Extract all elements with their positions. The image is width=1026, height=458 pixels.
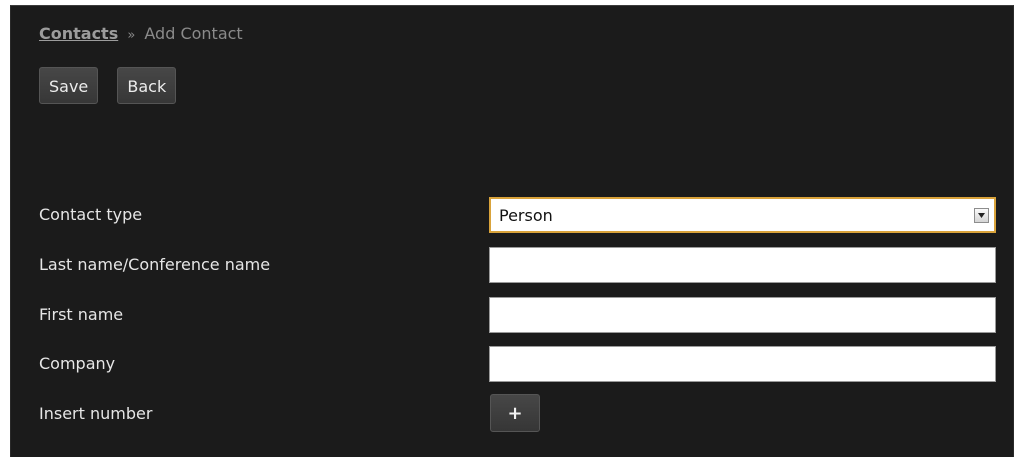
company-row: Company [39, 346, 999, 382]
page-panel: Contacts » Add Contact Save Back Contact… [10, 5, 1014, 457]
back-button[interactable]: Back [117, 67, 177, 104]
contact-type-value: Person [499, 205, 553, 225]
company-label: Company [39, 354, 116, 373]
breadcrumb-contacts-link[interactable]: Contacts [39, 24, 118, 43]
breadcrumb-separator: » [127, 28, 136, 43]
breadcrumb-current: Add Contact [144, 24, 243, 43]
first-name-label: First name [39, 305, 124, 324]
last-name-input[interactable] [489, 247, 996, 283]
contact-type-label: Contact type [39, 205, 143, 224]
insert-number-label: Insert number [39, 404, 153, 423]
breadcrumb: Contacts » Add Contact [39, 24, 243, 43]
contact-type-select[interactable]: Person [489, 197, 996, 233]
last-name-row: Last name/Conference name [39, 247, 999, 283]
contact-type-row: Contact type Person [39, 197, 999, 233]
last-name-label: Last name/Conference name [39, 255, 271, 274]
first-name-row: First name [39, 297, 999, 333]
save-button[interactable]: Save [39, 67, 99, 104]
toolbar: Save Back [39, 67, 190, 104]
company-input[interactable] [489, 346, 996, 382]
insert-number-row: Insert number + [39, 394, 999, 432]
chevron-down-icon[interactable] [974, 207, 989, 223]
add-number-button[interactable]: + [490, 394, 540, 432]
first-name-input[interactable] [489, 297, 996, 333]
